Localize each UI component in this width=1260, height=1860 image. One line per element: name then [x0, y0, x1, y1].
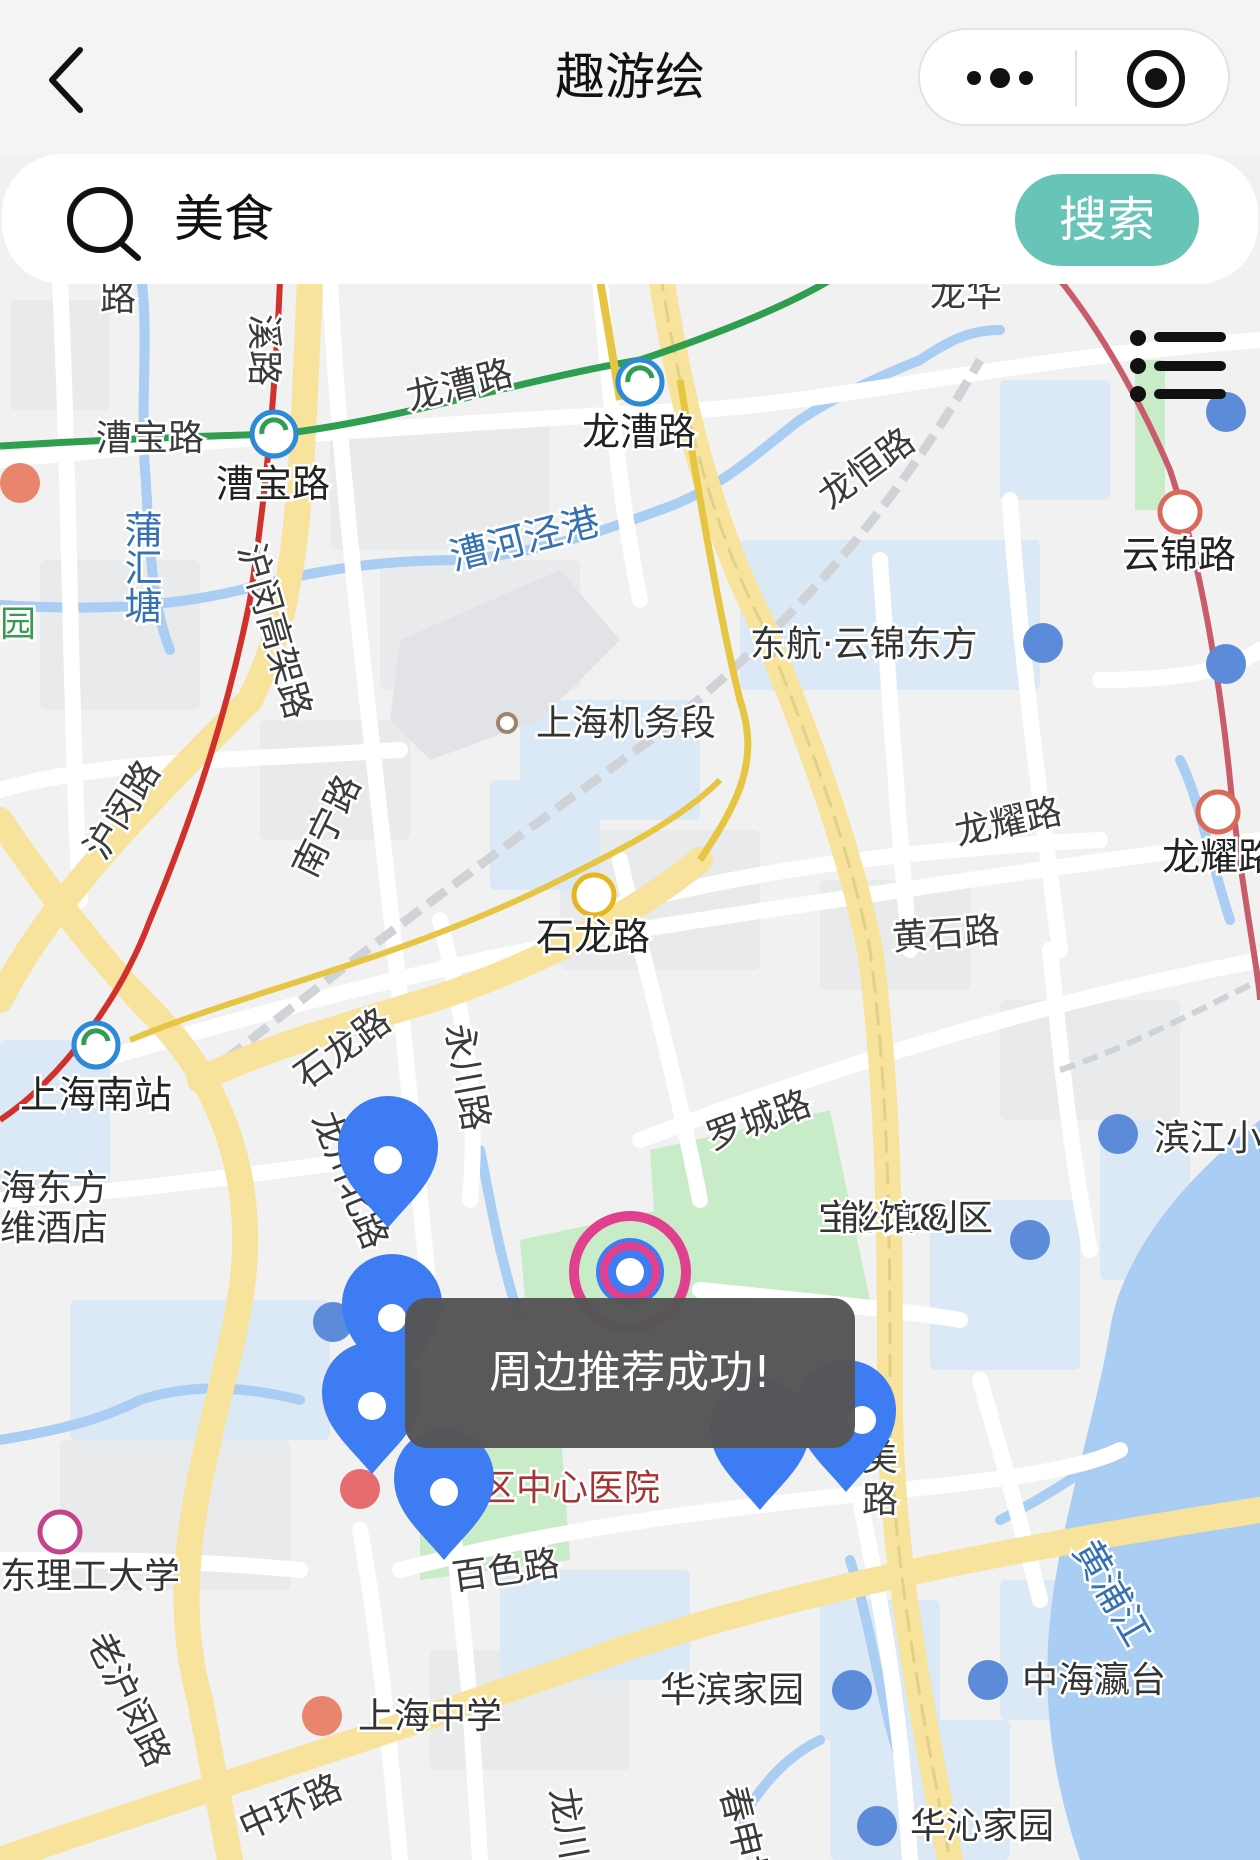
road-label: 溪路	[243, 314, 284, 386]
metro-label: 龙耀路	[1162, 835, 1260, 879]
search-bar: 美食 搜索	[2, 154, 1258, 284]
road-label: 路	[862, 1480, 898, 1521]
poi-label: 上海机务段	[536, 703, 716, 744]
toast-message: 周边推荐成功!	[405, 1298, 855, 1448]
search-icon	[67, 187, 141, 261]
more-icon[interactable]	[960, 58, 1040, 98]
search-input[interactable]: 美食	[174, 184, 274, 254]
poi-label: 中海瀛台	[1022, 1660, 1166, 1701]
poi-label: 华沁家园	[910, 1806, 1054, 1847]
metro-label: 漕宝路	[216, 462, 330, 506]
poi-label: 华滨家园	[660, 1670, 804, 1711]
search-button[interactable]: 搜索	[1015, 174, 1199, 266]
road-label: 路	[100, 278, 136, 319]
metro-label: 上海南站	[20, 1073, 172, 1117]
nav-bar: 趣游绘	[0, 0, 1260, 155]
poi-label: 宝能·公馆1288小区	[818, 1198, 993, 1239]
road-label: 黄石路	[891, 911, 1002, 959]
metro-label: 龙漕路	[582, 410, 696, 454]
poi-label: 园	[0, 604, 36, 645]
poi-label: 区中心医院	[480, 1468, 660, 1509]
poi-label: 海东方	[0, 1168, 108, 1209]
metro-label: 石龙路	[536, 915, 650, 959]
metro-label: 云锦路	[1122, 533, 1236, 577]
road-label: 漕宝路	[96, 418, 204, 459]
poi-label: 上海中学	[358, 1696, 502, 1737]
river-label: 蒲汇塘	[118, 510, 162, 624]
poi-label: 维酒店	[0, 1208, 108, 1249]
close-miniapp-icon[interactable]	[1125, 48, 1187, 110]
poi-label: 滨江小	[1154, 1118, 1260, 1159]
menu-icon[interactable]	[1128, 328, 1228, 404]
poi-label: 东理工大学	[0, 1556, 180, 1597]
miniapp-capsule	[918, 28, 1230, 126]
capsule-divider	[1075, 50, 1077, 106]
poi-label: 东航·云锦东方	[750, 624, 977, 665]
